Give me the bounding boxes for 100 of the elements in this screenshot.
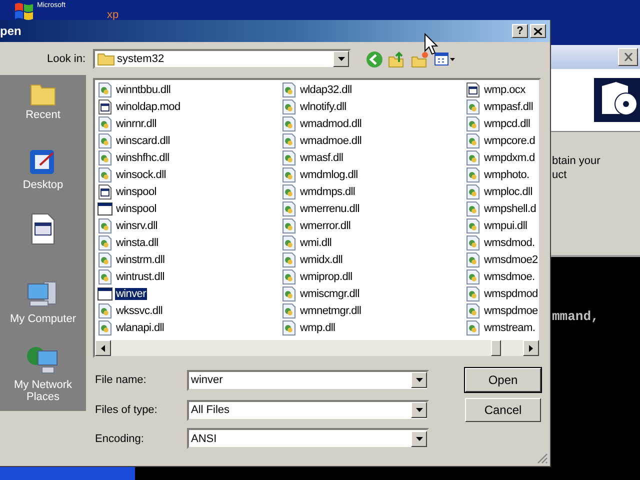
window-text: uct (552, 168, 568, 182)
resize-grip-icon[interactable] (537, 453, 548, 464)
gear-file-icon (465, 320, 481, 336)
scroll-right-button[interactable] (523, 340, 539, 356)
console-text: mmand, (552, 309, 599, 324)
window-icon (97, 200, 113, 216)
file-item[interactable]: wmnetmgr.dll (299, 304, 362, 316)
file-item[interactable]: winscard.dll (115, 134, 171, 146)
file-item[interactable]: wmdmlog.dll (299, 168, 359, 180)
file-item[interactable]: winsrv.dll (115, 220, 158, 232)
file-item[interactable]: wmsdmoe. (483, 270, 536, 282)
dialog-button[interactable]: Open (465, 368, 541, 392)
horizontal-scrollbar[interactable] (95, 340, 539, 356)
gear-file-icon (281, 200, 297, 216)
flag-logo-icon (14, 2, 34, 20)
file-item[interactable]: wmsdmoe2 (483, 254, 539, 266)
gear-file-icon (465, 184, 481, 200)
gear-file-icon (281, 98, 297, 114)
file-item[interactable]: wmiprop.dll (299, 270, 354, 282)
gear-file-icon (465, 200, 481, 216)
help-button[interactable]: ? (512, 24, 528, 38)
dropdown-arrow-icon (416, 408, 422, 412)
file-item[interactable]: winspool (115, 186, 158, 198)
file-item[interactable]: wmasf.dll (299, 152, 344, 164)
gear-file-icon (465, 268, 481, 284)
gear-file-icon (281, 268, 297, 284)
app-file-icon (97, 98, 113, 114)
file-item[interactable]: wkssvc.dll (115, 304, 164, 316)
file-item[interactable]: wmdmps.dll (299, 186, 356, 198)
close-button[interactable] (618, 48, 638, 66)
app-file-icon (97, 184, 113, 200)
file-item[interactable]: wmadmod.dll (299, 118, 363, 130)
file-item[interactable]: wmphoto. (483, 168, 530, 180)
file-item[interactable]: winspool (115, 202, 158, 214)
scroll-left-button[interactable] (95, 340, 111, 356)
file-item[interactable]: winsta.dll (115, 236, 160, 248)
dropdown-field[interactable]: winver (187, 370, 429, 390)
gear-file-icon (465, 234, 481, 250)
gear-file-icon (281, 286, 297, 302)
gear-file-icon (465, 132, 481, 148)
close-icon (624, 53, 632, 61)
view-menu-icon[interactable] (434, 52, 456, 66)
file-item[interactable]: wmi.dll (299, 236, 333, 248)
window-title: pen (0, 24, 22, 38)
gear-file-icon (465, 150, 481, 166)
file-item[interactable]: wldap32.dll (299, 84, 353, 96)
place-item[interactable]: My Computer (1, 279, 85, 337)
gear-file-icon (465, 302, 481, 318)
file-item[interactable]: wmp.ocx (483, 84, 526, 96)
file-item[interactable]: wmstream. (483, 322, 536, 334)
file-item[interactable]: wmp.dll (299, 322, 336, 334)
place-item[interactable]: Desktop (1, 147, 85, 205)
close-button[interactable] (530, 24, 546, 38)
window-text: btain your (552, 154, 602, 168)
file-item[interactable]: wmpasf.dll (483, 100, 534, 112)
gear-file-icon (97, 268, 113, 284)
file-item[interactable]: wmiscmgr.dll (299, 288, 360, 300)
look-in-dropdown[interactable]: system32 (93, 49, 351, 69)
scroll-thumb[interactable] (491, 340, 501, 356)
file-item[interactable]: wmerror.dll (299, 220, 352, 232)
file-item[interactable]: winshfhc.dll (115, 152, 170, 164)
gear-file-icon (281, 252, 297, 268)
gear-file-icon (465, 166, 481, 182)
dropdown-field[interactable]: ANSI (187, 428, 429, 449)
gear-file-icon (281, 218, 297, 234)
gear-file-icon (465, 286, 481, 302)
mouse-cursor-icon (424, 33, 438, 55)
dialog-button[interactable]: Cancel (465, 398, 541, 422)
file-item[interactable]: winstrm.dll (115, 254, 166, 266)
file-item[interactable]: wmpcd.dll (483, 118, 532, 130)
look-in-label: Look in: (47, 53, 87, 65)
gear-file-icon (281, 234, 297, 250)
file-item[interactable]: winsock.dll (115, 168, 167, 180)
place-item[interactable]: My Network Places (1, 345, 85, 403)
file-item[interactable]: winoldap.mod (115, 100, 182, 112)
file-item[interactable]: wmidx.dll (299, 254, 344, 266)
file-item[interactable]: wmpui.dll (483, 220, 528, 232)
gear-file-icon (281, 320, 297, 336)
right-arrow-icon (529, 344, 533, 352)
field-label: File name: (94, 374, 148, 386)
dropdown-arrow-icon (416, 436, 422, 440)
window-icon (97, 286, 113, 302)
file-item[interactable]: wmploc.dll (483, 186, 534, 198)
file-item[interactable]: wmpshell.d (483, 202, 538, 214)
file-item[interactable]: wlnotify.dll (299, 100, 348, 112)
file-item[interactable]: wmpcore.d (483, 134, 536, 146)
file-item[interactable]: wmspdmod (483, 288, 539, 300)
file-item[interactable]: wmadmoe.dll (299, 134, 363, 146)
file-item[interactable]: wmspdmoe (483, 304, 539, 316)
file-item[interactable]: winver (115, 288, 147, 300)
dropdown-field[interactable]: All Files (187, 400, 429, 420)
file-item[interactable]: winntbbu.dll (115, 84, 172, 96)
file-item[interactable]: wmpdxm.d (483, 152, 536, 164)
file-item[interactable]: wintrust.dll (115, 270, 166, 282)
dropdown-arrow-icon (416, 378, 422, 382)
file-item[interactable]: wmerrenu.dll (299, 202, 360, 214)
file-item[interactable]: wmsdmod. (483, 236, 536, 248)
place-item[interactable]: Recent (1, 81, 85, 139)
file-item[interactable]: winrnr.dll (115, 118, 158, 130)
file-item[interactable]: wlanapi.dll (115, 322, 166, 334)
